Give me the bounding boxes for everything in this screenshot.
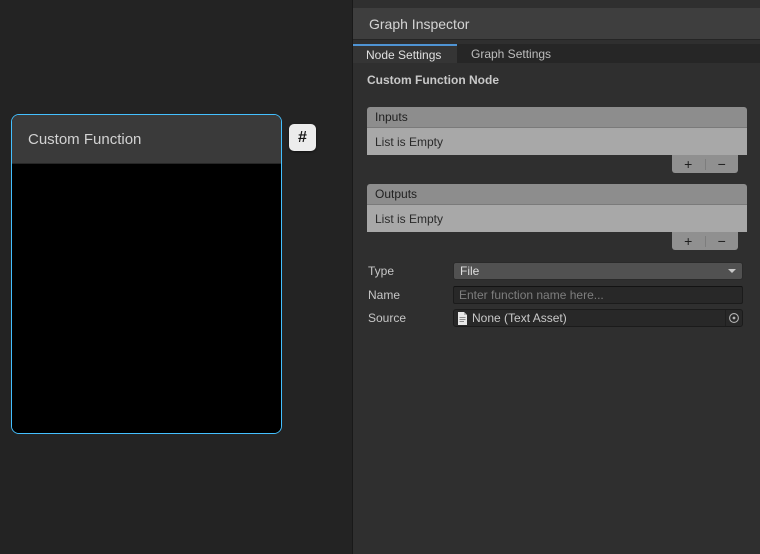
tab-graph-settings-label: Graph Settings [471, 47, 551, 61]
outputs-list-header: Outputs [367, 184, 747, 205]
tab-node-settings-label: Node Settings [366, 48, 441, 62]
object-picker-icon[interactable] [725, 310, 742, 326]
type-field-row: Type File [367, 262, 747, 280]
source-value: None (Text Asset) [472, 310, 725, 326]
source-field-row: Source None (Text Asset) [367, 309, 747, 327]
outputs-add-button[interactable]: + [672, 233, 705, 249]
outputs-empty-text: List is Empty [375, 212, 443, 226]
source-object-field[interactable]: None (Text Asset) [453, 309, 743, 327]
custom-function-node[interactable]: Custom Function [11, 114, 282, 434]
tab-graph-settings[interactable]: Graph Settings [457, 44, 571, 63]
section-title: Custom Function Node [367, 73, 499, 87]
inputs-list-title: Inputs [375, 110, 408, 124]
node-header[interactable]: Custom Function [12, 115, 281, 164]
inspector-header[interactable]: Graph Inspector [353, 8, 760, 40]
text-asset-icon [457, 312, 468, 325]
hash-icon: # [298, 129, 307, 147]
function-name-input[interactable] [453, 286, 743, 304]
outputs-empty-row[interactable]: List is Empty [367, 205, 747, 232]
graph-inspector-panel: Graph Inspector Node Settings Graph Sett… [352, 0, 760, 554]
type-dropdown-value: File [460, 264, 728, 278]
node-title: Custom Function [28, 131, 141, 148]
type-dropdown[interactable]: File [453, 262, 743, 280]
inputs-list-footer: + − [672, 155, 738, 173]
chevron-down-icon [728, 269, 736, 273]
inputs-empty-row[interactable]: List is Empty [367, 128, 747, 155]
inspector-title: Graph Inspector [369, 16, 469, 32]
outputs-list-title: Outputs [375, 187, 417, 201]
inputs-add-button[interactable]: + [672, 156, 705, 172]
source-label: Source [368, 309, 406, 327]
outputs-list-footer: + − [672, 232, 738, 250]
tab-node-settings[interactable]: Node Settings [353, 44, 457, 63]
name-label: Name [368, 286, 400, 304]
type-label: Type [368, 262, 394, 280]
outputs-list: Outputs List is Empty + − [367, 184, 747, 250]
inputs-list-header: Inputs [367, 107, 747, 128]
inspector-tab-bar: Node Settings Graph Settings [353, 44, 760, 63]
inputs-list: Inputs List is Empty + − [367, 107, 747, 173]
outputs-remove-button[interactable]: − [706, 233, 739, 249]
hash-badge[interactable]: # [289, 124, 316, 151]
inputs-remove-button[interactable]: − [706, 156, 739, 172]
node-preview-area [12, 165, 281, 433]
inputs-empty-text: List is Empty [375, 135, 443, 149]
name-field-row: Name [367, 286, 747, 304]
shader-graph-window: Custom Function # Graph Inspector Node S… [0, 0, 760, 554]
tab-strip: Graph Settings [457, 44, 760, 63]
